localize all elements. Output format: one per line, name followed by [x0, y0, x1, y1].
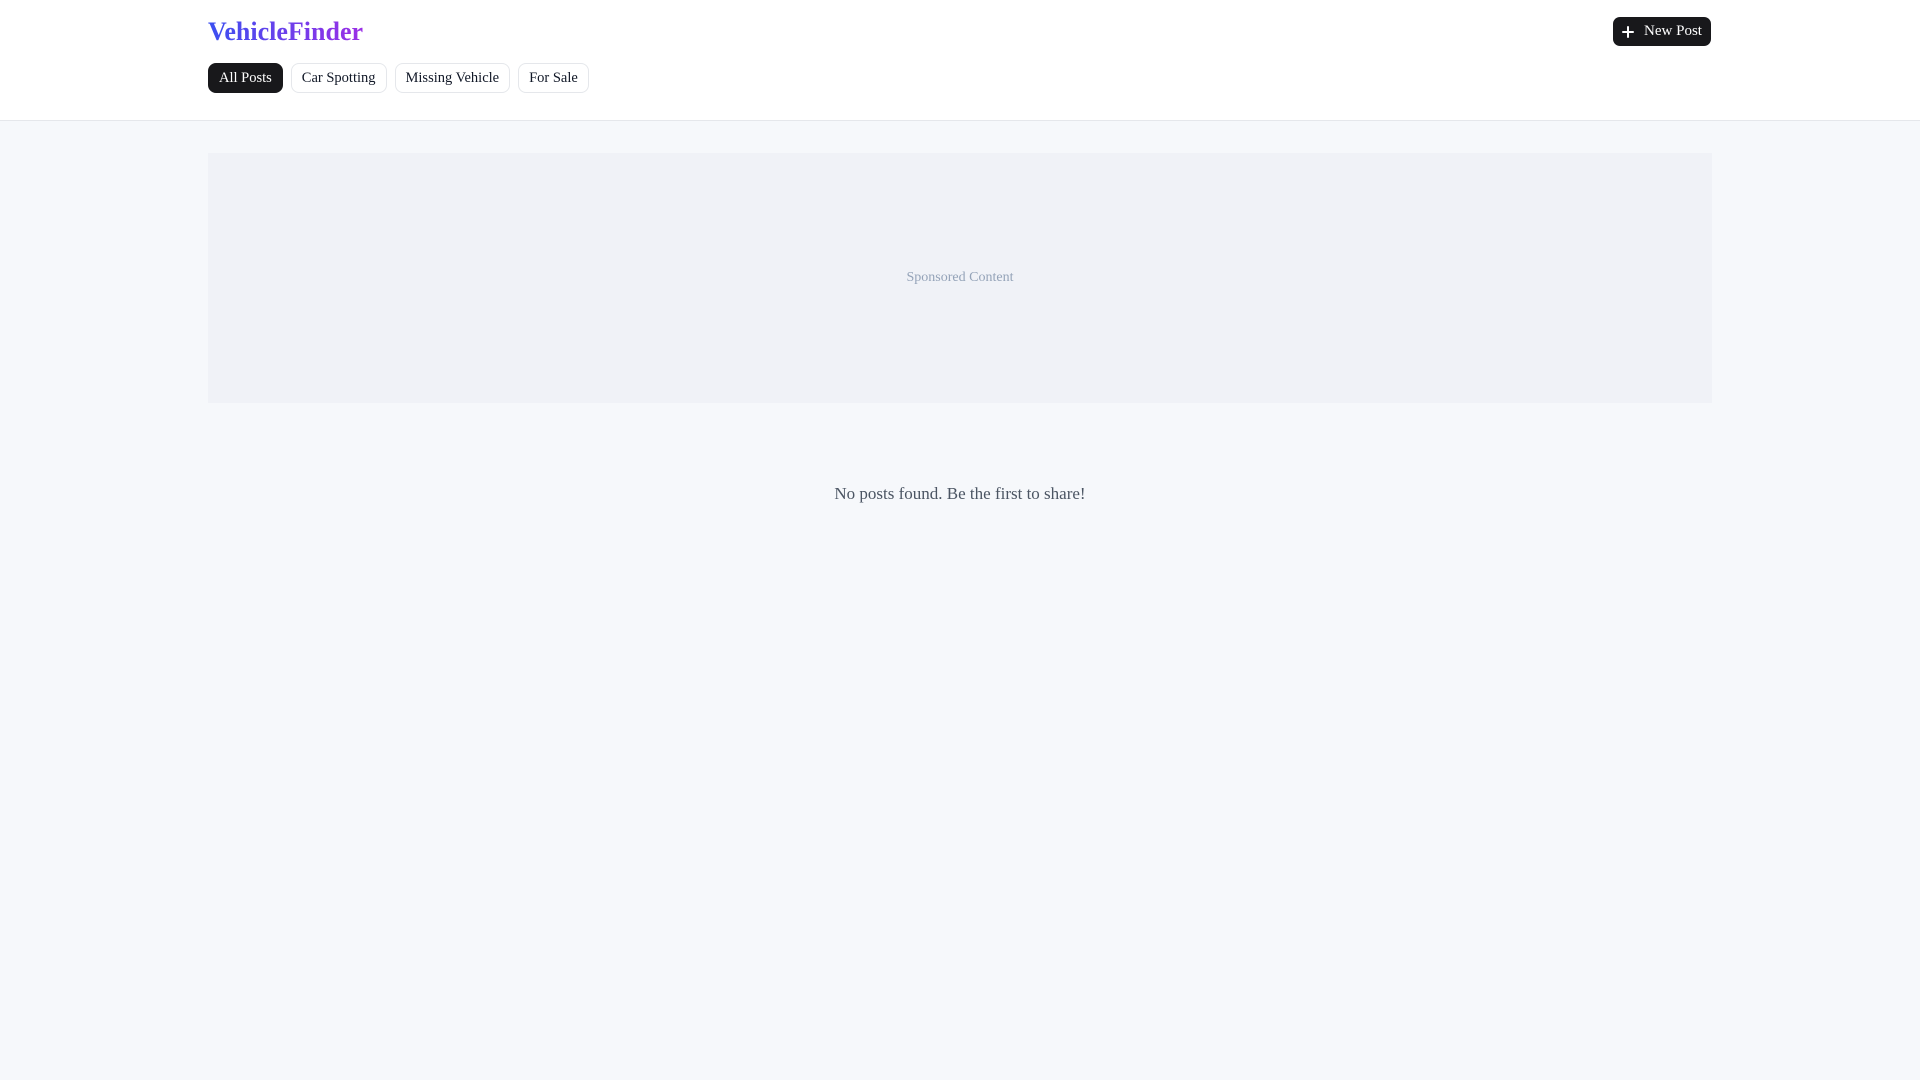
filter-for-sale[interactable]: For Sale: [518, 63, 589, 93]
new-post-button[interactable]: New Post: [1613, 17, 1711, 46]
filter-all-posts[interactable]: All Posts: [208, 63, 283, 93]
new-post-label: New Post: [1644, 23, 1702, 39]
top-header: VehicleFinder New Post All Posts Car Spo…: [0, 0, 1920, 121]
sponsored-content-banner[interactable]: Sponsored Content: [208, 153, 1712, 403]
plus-icon: [1622, 25, 1635, 38]
sponsored-label: Sponsored Content: [906, 270, 1014, 285]
empty-posts-message: No posts found. Be the first to share!: [834, 484, 1086, 503]
site-logo[interactable]: VehicleFinder: [208, 14, 363, 50]
filter-missing-vehicle[interactable]: Missing Vehicle: [394, 63, 511, 93]
category-filters: All Posts Car Spotting Missing Vehicle F…: [208, 63, 589, 93]
filter-car-spotting[interactable]: Car Spotting: [290, 63, 387, 93]
